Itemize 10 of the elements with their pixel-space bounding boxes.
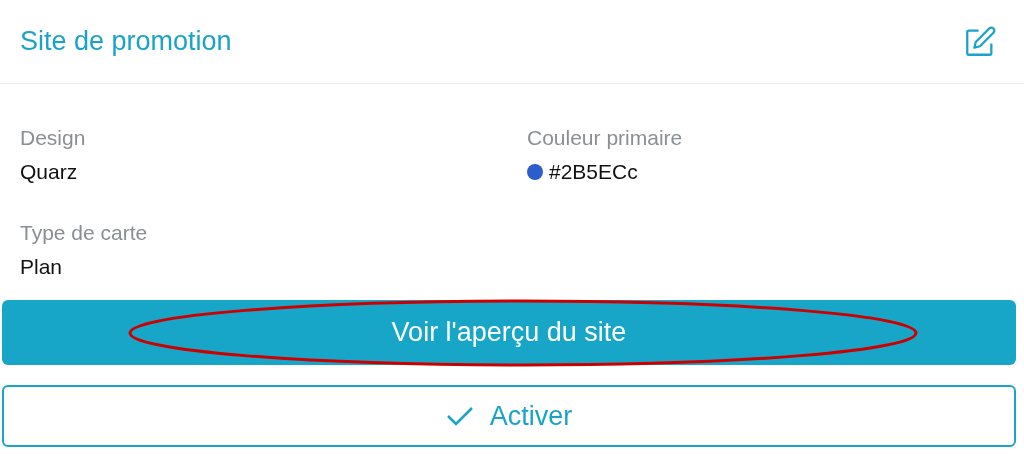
field-value: Plan — [20, 254, 63, 279]
field-label: Couleur primaire — [527, 126, 684, 150]
preview-button[interactable]: Voir l'aperçu du site — [2, 300, 1016, 365]
field-label: Type de carte — [20, 220, 149, 245]
section-title: Site de promotion — [20, 26, 232, 57]
field-value: Quarz — [20, 160, 78, 184]
field-value: #2B5ECc — [549, 160, 638, 184]
activate-button[interactable]: Activer — [2, 385, 1016, 447]
field-label: Design — [20, 126, 87, 150]
check-icon — [445, 405, 474, 427]
